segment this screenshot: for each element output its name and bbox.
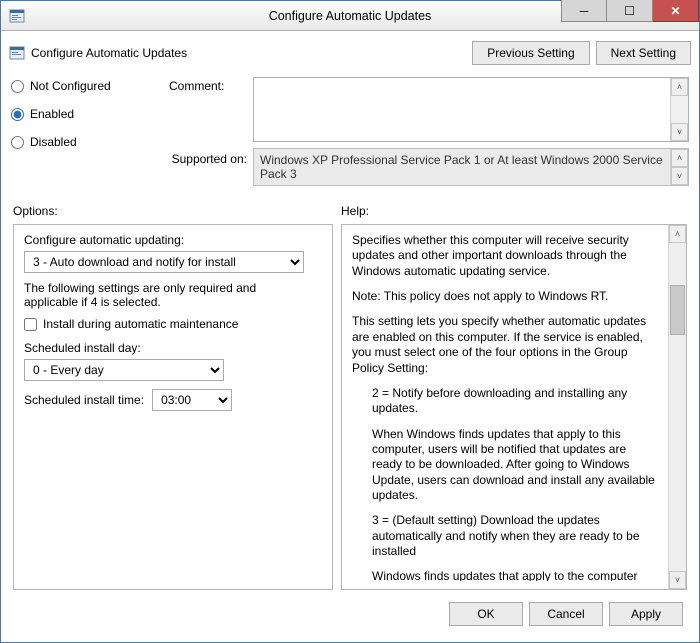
maximize-button[interactable]: ☐	[607, 0, 653, 22]
help-p2: Note: This policy does not apply to Wind…	[352, 289, 656, 304]
install-maintenance-checkbox[interactable]: Install during automatic maintenance	[24, 317, 322, 331]
help-section-label: Help:	[341, 204, 369, 218]
help-p1: Specifies whether this computer will rec…	[352, 233, 656, 279]
radio-not-configured-input[interactable]	[11, 80, 24, 93]
options-section-label: Options:	[13, 204, 341, 218]
help-text: Specifies whether this computer will rec…	[352, 233, 662, 581]
comment-label: Comment:	[169, 77, 247, 142]
supported-label: Supported on:	[169, 148, 247, 186]
comment-text[interactable]	[254, 78, 670, 141]
help-p6: 3 = (Default setting) Download the updat…	[352, 513, 656, 559]
titlebar: Configure Automatic Updates ─ ☐ ✕	[1, 1, 699, 31]
scrollbar-track[interactable]	[669, 243, 686, 571]
comment-textarea[interactable]: ˄ ˅	[253, 77, 689, 142]
next-setting-button[interactable]: Next Setting	[596, 41, 691, 65]
configure-updating-label: Configure automatic updating:	[24, 233, 322, 247]
help-p3: This setting lets you specify whether au…	[352, 314, 656, 375]
sched-day-select[interactable]: 0 - Every day	[24, 359, 224, 381]
scroll-down-icon[interactable]: ˅	[669, 571, 686, 589]
radio-not-configured-label: Not Configured	[30, 79, 111, 93]
sched-day-label: Scheduled install day:	[24, 341, 322, 355]
policy-icon	[9, 45, 25, 61]
help-scrollbar[interactable]: ˄ ˅	[668, 225, 686, 589]
install-maintenance-label: Install during automatic maintenance	[43, 317, 238, 331]
scroll-up-icon[interactable]: ˄	[671, 149, 688, 167]
sched-time-select[interactable]: 03:00	[152, 389, 232, 411]
help-p5: When Windows finds updates that apply to…	[352, 427, 656, 504]
scrollbar-thumb[interactable]	[670, 285, 685, 335]
minimize-button[interactable]: ─	[561, 0, 607, 22]
options-note: The following settings are only required…	[24, 281, 284, 309]
window-buttons: ─ ☐ ✕	[561, 1, 699, 30]
cancel-button[interactable]: Cancel	[529, 602, 603, 626]
supported-box: Windows XP Professional Service Pack 1 o…	[253, 148, 689, 186]
dialog-window: Configure Automatic Updates ─ ☐ ✕ Config…	[0, 0, 700, 643]
radio-enabled-label: Enabled	[30, 107, 74, 121]
radio-enabled-input[interactable]	[11, 108, 24, 121]
supported-scrollbar[interactable]: ˄ ˅	[670, 149, 688, 185]
install-maintenance-input[interactable]	[24, 318, 37, 331]
previous-setting-button[interactable]: Previous Setting	[472, 41, 589, 65]
content-area: Configure Automatic Updates Previous Set…	[1, 31, 699, 642]
policy-icon	[9, 8, 25, 24]
radio-disabled[interactable]: Disabled	[11, 135, 161, 149]
help-p4: 2 = Notify before downloading and instal…	[352, 386, 656, 417]
state-radiogroup: Not Configured Enabled Disabled	[11, 77, 161, 190]
apply-button[interactable]: Apply	[609, 602, 683, 626]
options-pane: Configure automatic updating: 3 - Auto d…	[13, 224, 333, 590]
scroll-down-icon[interactable]: ˅	[671, 167, 688, 185]
radio-not-configured[interactable]: Not Configured	[11, 79, 161, 93]
supported-text: Windows XP Professional Service Pack 1 o…	[254, 149, 670, 185]
close-button[interactable]: ✕	[653, 0, 699, 22]
header-row: Configure Automatic Updates Previous Set…	[7, 37, 693, 73]
help-pane: Specifies whether this computer will rec…	[341, 224, 687, 590]
sched-time-label: Scheduled install time:	[24, 393, 144, 407]
configure-updating-select[interactable]: 3 - Auto download and notify for install	[24, 251, 304, 273]
scroll-up-icon[interactable]: ˄	[671, 78, 688, 96]
comment-scrollbar[interactable]: ˄ ˅	[670, 78, 688, 141]
ok-button[interactable]: OK	[449, 602, 523, 626]
radio-enabled[interactable]: Enabled	[11, 107, 161, 121]
footer-buttons: OK Cancel Apply	[7, 594, 693, 636]
scroll-up-icon[interactable]: ˄	[669, 225, 686, 243]
header-label: Configure Automatic Updates	[31, 46, 187, 60]
scroll-down-icon[interactable]: ˅	[671, 123, 688, 141]
help-p7: Windows finds updates that apply to the …	[352, 569, 656, 581]
radio-disabled-label: Disabled	[30, 135, 77, 149]
radio-disabled-input[interactable]	[11, 136, 24, 149]
